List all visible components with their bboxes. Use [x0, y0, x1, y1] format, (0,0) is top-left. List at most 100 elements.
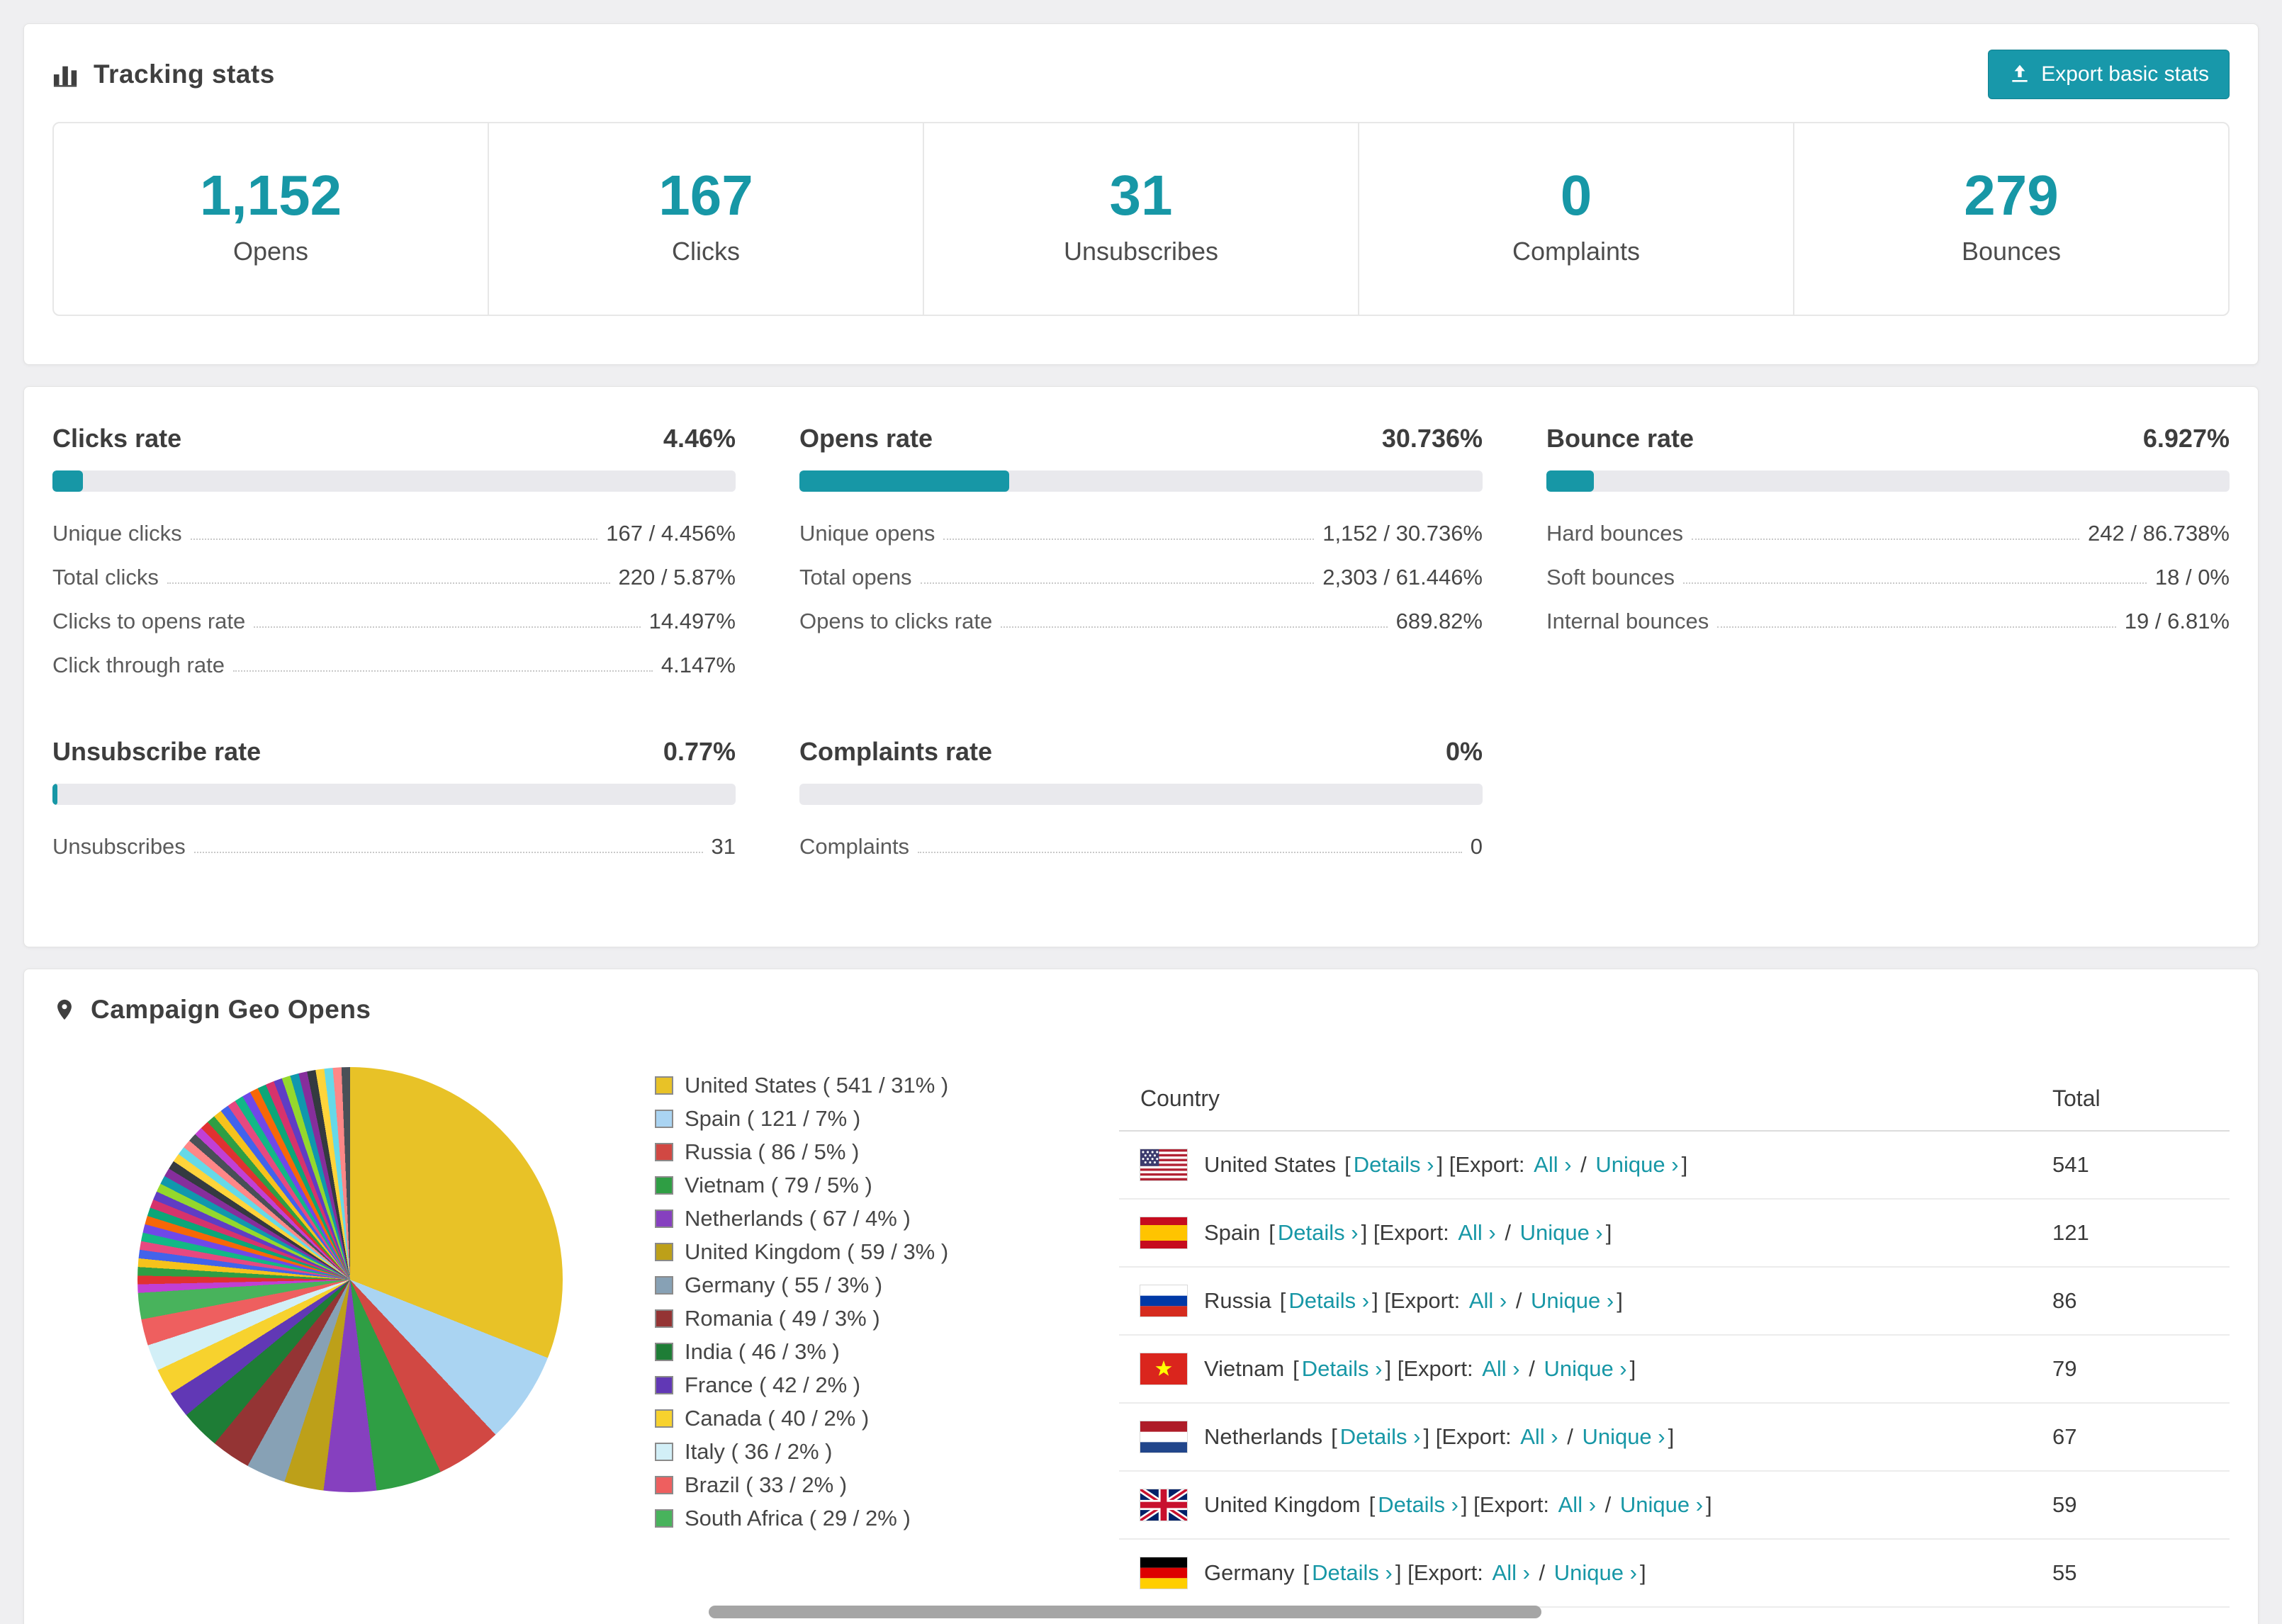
rate-metric-rows: Unique clicks 167 / 4.456% Total clicks … [52, 512, 736, 687]
details-link[interactable]: Details › [1378, 1492, 1458, 1517]
country-flag-icon [1140, 1285, 1187, 1316]
metric-value: 18 / 0% [2154, 565, 2230, 590]
legend-item: Romania ( 49 / 3% ) [655, 1306, 988, 1331]
rate-panel: Unsubscribe rate 0.77% Unsubscribes 31 [52, 737, 736, 869]
progress-track [799, 470, 1483, 492]
legend-label: Canada ( 40 / 2% ) [685, 1406, 870, 1431]
metric-row: Soft bounces 18 / 0% [1546, 556, 2230, 599]
bracket: [ [1331, 1424, 1337, 1449]
details-link[interactable]: Details › [1288, 1288, 1369, 1313]
export-label: Export: [1413, 1560, 1483, 1585]
country-flag-icon [1140, 1353, 1187, 1385]
bracket: [ [1344, 1152, 1351, 1177]
column-header-total: Total [2052, 1086, 2101, 1111]
summary-stat: 0 Complaints [1358, 123, 1793, 315]
export-all-link[interactable]: All › [1482, 1356, 1519, 1381]
legend-label: Vietnam ( 79 / 5% ) [685, 1173, 872, 1197]
metric-row: Total clicks 220 / 5.87% [52, 556, 736, 599]
country-name: United States [1204, 1152, 1337, 1177]
progress-track [52, 470, 736, 492]
legend-item: Germany ( 55 / 3% ) [655, 1273, 988, 1298]
bracket: ] [1437, 1152, 1444, 1177]
export-label: Export: [1441, 1424, 1512, 1449]
legend-item: United Kingdom ( 59 / 3% ) [655, 1239, 988, 1265]
details-link[interactable]: Details › [1312, 1560, 1393, 1585]
metric-value: 31 [711, 834, 736, 859]
dotted-leader [254, 626, 641, 628]
legend-color-swatch [655, 1309, 673, 1328]
export-all-link[interactable]: All › [1558, 1492, 1596, 1517]
bracket: [ [1407, 1560, 1414, 1585]
export-all-link[interactable]: All › [1520, 1424, 1558, 1449]
stat-value: 0 [1560, 164, 1592, 227]
geo-table-row: Russia [Details ›] [Export: All › / Uniq… [1119, 1268, 2230, 1336]
slash: / [1498, 1220, 1517, 1245]
metric-row: Unique opens 1,152 / 30.736% [799, 512, 1483, 556]
bracket: [ [1473, 1492, 1480, 1517]
legend-color-swatch [655, 1509, 673, 1528]
geo-table-row: Germany [Details ›] [Export: All › / Uni… [1119, 1540, 2230, 1608]
bracket: ] [1361, 1220, 1368, 1245]
details-link[interactable]: Details › [1278, 1220, 1359, 1245]
export-all-link[interactable]: All › [1469, 1288, 1507, 1313]
bar-chart-icon [52, 61, 79, 88]
card-title: Tracking stats [94, 60, 275, 89]
metric-label: Hard bounces [1546, 521, 1684, 546]
bracket: ] [1668, 1424, 1675, 1449]
export-unique-link[interactable]: Unique › [1544, 1356, 1626, 1381]
export-label: Export: [1379, 1220, 1449, 1245]
export-unique-link[interactable]: Unique › [1554, 1560, 1637, 1585]
progress-track [1546, 470, 2230, 492]
horizontal-scrollbar-thumb[interactable] [709, 1606, 1541, 1618]
slash: / [1599, 1492, 1617, 1517]
export-unique-link[interactable]: Unique › [1582, 1424, 1665, 1449]
slash: / [1510, 1288, 1529, 1313]
legend-label: India ( 46 / 3% ) [685, 1339, 840, 1364]
tracking-stats-card: Tracking stats Export basic stats 1,152 … [23, 23, 2259, 365]
export-unique-link[interactable]: Unique › [1520, 1220, 1603, 1245]
export-unique-link[interactable]: Unique › [1595, 1152, 1678, 1177]
metric-label: Total opens [799, 565, 912, 590]
card-title: Campaign Geo Opens [91, 995, 371, 1024]
stat-label: Unsubscribes [1063, 237, 1219, 266]
rate-title: Clicks rate [52, 424, 182, 453]
map-pin-icon [52, 996, 77, 1024]
rate-title: Complaints rate [799, 737, 993, 766]
legend-color-swatch [655, 1110, 673, 1128]
details-link[interactable]: Details › [1302, 1356, 1383, 1381]
metric-value: 4.147% [661, 653, 736, 677]
rate-metric-rows: Complaints 0 [799, 825, 1483, 869]
bracket: [ [1303, 1560, 1310, 1585]
metric-value: 1,152 / 30.736% [1322, 521, 1483, 546]
rate-metric-rows: Hard bounces 242 / 86.738% Soft bounces … [1546, 512, 2230, 643]
summary-stats-row: 1,152 Opens 167 Clicks 31 Unsubscribes 0… [52, 122, 2230, 316]
metric-row: Click through rate 4.147% [52, 643, 736, 687]
legend-label: United Kingdom ( 59 / 3% ) [685, 1239, 949, 1264]
rate-title: Opens rate [799, 424, 933, 453]
bracket: [ [1368, 1492, 1376, 1517]
rate-panel: Complaints rate 0% Complaints 0 [799, 737, 1483, 869]
details-link[interactable]: Details › [1340, 1424, 1421, 1449]
metric-row: Clicks to opens rate 14.497% [52, 599, 736, 643]
metric-value: 220 / 5.87% [618, 565, 736, 590]
export-basic-stats-button[interactable]: Export basic stats [1988, 50, 2230, 99]
metric-label: Complaints [799, 834, 910, 859]
details-link[interactable]: Details › [1354, 1152, 1434, 1177]
export-unique-link[interactable]: Unique › [1620, 1492, 1703, 1517]
export-unique-link[interactable]: Unique › [1531, 1288, 1614, 1313]
stat-label: Bounces [1961, 237, 2062, 266]
metric-value: 0 [1470, 834, 1483, 859]
rate-value: 4.46% [663, 424, 736, 453]
dotted-leader [167, 582, 610, 584]
slash: / [1561, 1424, 1580, 1449]
column-header-country: Country [1140, 1086, 1220, 1111]
legend-item: South Africa ( 29 / 2% ) [655, 1506, 988, 1531]
metric-value: 2,303 / 61.446% [1322, 565, 1483, 590]
metric-row: Hard bounces 242 / 86.738% [1546, 512, 2230, 556]
legend-item: Brazil ( 33 / 2% ) [655, 1472, 988, 1498]
legend-label: Russia ( 86 / 5% ) [685, 1139, 860, 1164]
export-all-link[interactable]: All › [1493, 1560, 1530, 1585]
legend-color-swatch [655, 1376, 673, 1394]
export-all-link[interactable]: All › [1458, 1220, 1495, 1245]
export-all-link[interactable]: All › [1534, 1152, 1571, 1177]
